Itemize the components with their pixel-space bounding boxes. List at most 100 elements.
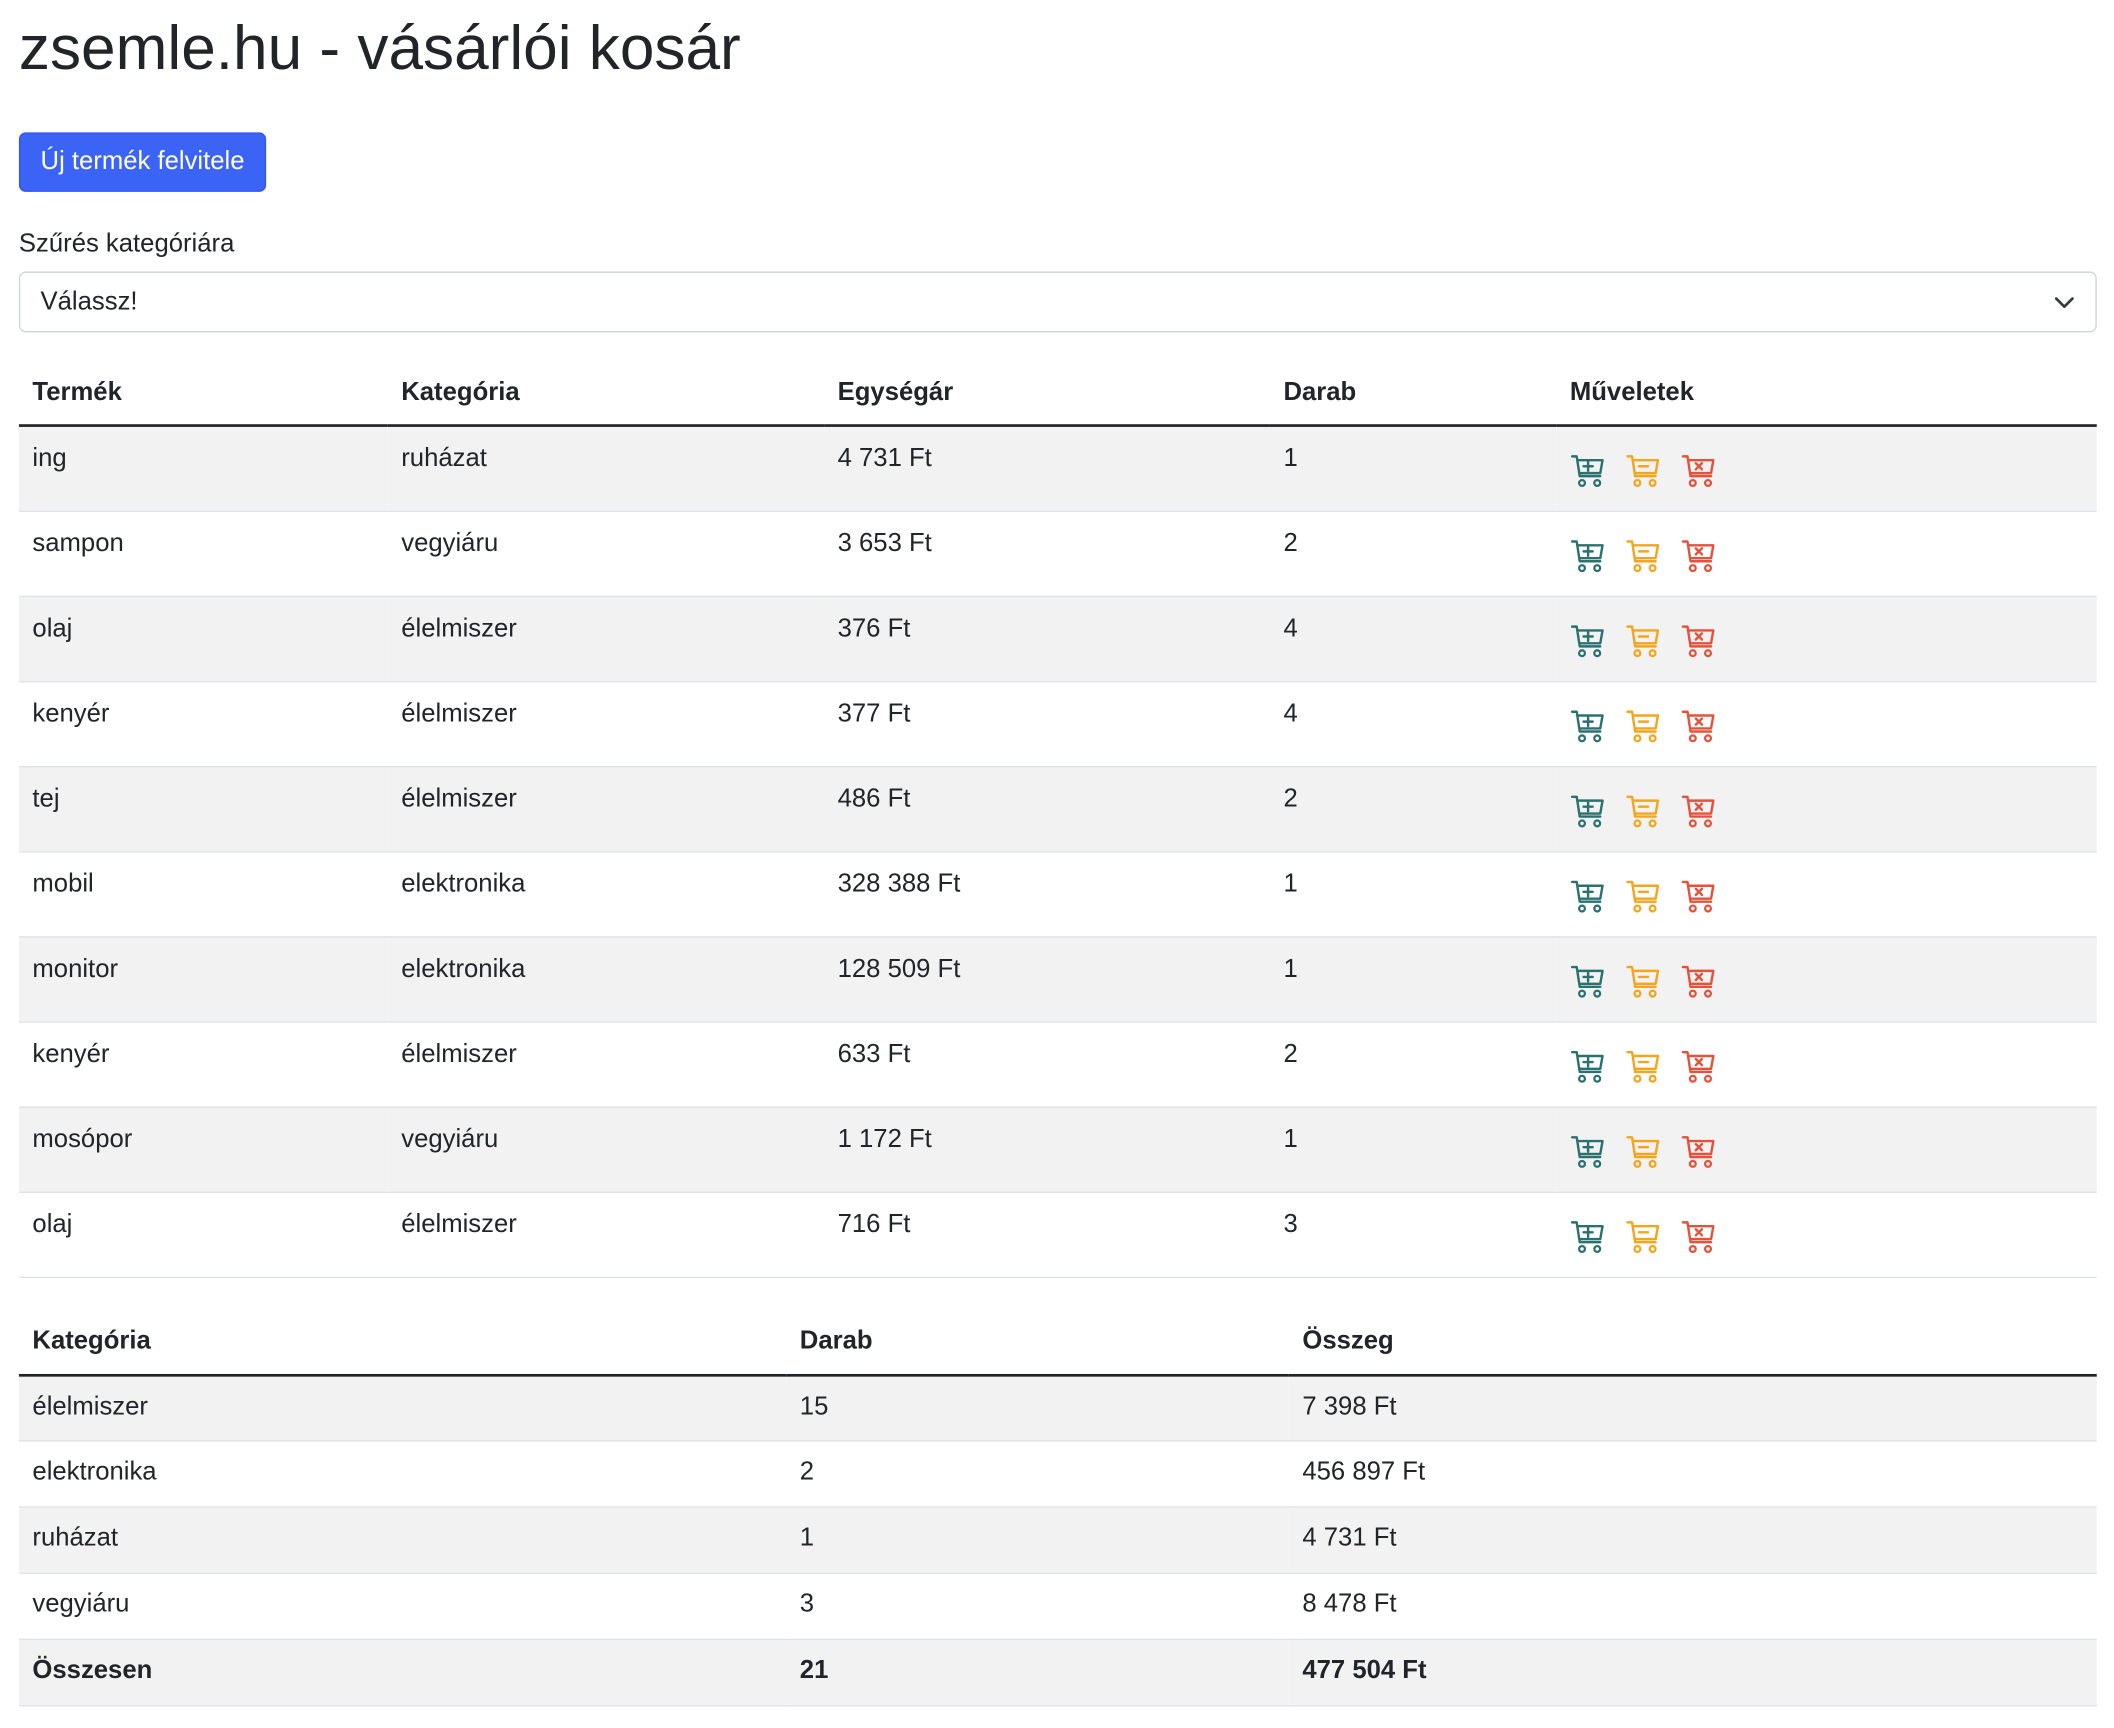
summary-sum: 4 731 Ft xyxy=(1288,1507,2097,1574)
cart-plus-icon[interactable] xyxy=(1570,537,1606,573)
new-product-button[interactable]: Új termék felvitele xyxy=(18,132,267,192)
cart-dash-icon[interactable] xyxy=(1625,453,1661,489)
product-name: mobil xyxy=(18,851,388,937)
table-row: kenyér élelmiszer 633 Ft 2 xyxy=(18,1021,2097,1108)
product-unit-price: 1 172 Ft xyxy=(824,1106,1270,1193)
category-filter-select[interactable]: Válassz! xyxy=(18,271,2097,333)
cart-x-icon[interactable] xyxy=(1681,1133,1717,1169)
column-header-product: Termék xyxy=(18,363,388,427)
product-name: mosópor xyxy=(18,1106,388,1193)
row-actions xyxy=(1556,1021,2097,1108)
cart-plus-icon[interactable] xyxy=(1570,1133,1606,1169)
summary-table: Kategória Darab Összeg élelmiszer 15 7 398… xyxy=(18,1312,2097,1707)
cart-dash-icon[interactable] xyxy=(1625,1218,1661,1254)
summary-quantity: 2 xyxy=(786,1440,1289,1508)
summary-quantity: 1 xyxy=(786,1507,1289,1574)
summary-quantity: 3 xyxy=(786,1573,1289,1641)
summary-row: ruházat 1 4 731 Ft xyxy=(18,1507,2097,1574)
product-quantity: 1 xyxy=(1269,1106,1557,1193)
cart-plus-icon[interactable] xyxy=(1570,1218,1606,1254)
cart-plus-icon[interactable] xyxy=(1570,453,1606,489)
summary-quantity: 15 xyxy=(786,1374,1289,1442)
product-quantity: 1 xyxy=(1269,936,1557,1023)
row-actions xyxy=(1556,766,2097,852)
column-header-actions: Műveletek xyxy=(1556,363,2097,427)
product-name: olaj xyxy=(18,595,388,682)
product-category: élelmiszer xyxy=(387,595,825,682)
cart-plus-icon[interactable] xyxy=(1570,792,1606,828)
main-container: zsemle.hu - vásárlói kosár Új termék fel… xyxy=(0,0,2113,1707)
chevron-down-icon xyxy=(2054,296,2074,308)
product-unit-price: 3 653 Ft xyxy=(824,510,1270,597)
summary-row: vegyiáru 3 8 478 Ft xyxy=(18,1573,2097,1641)
product-category: élelmiszer xyxy=(387,1021,825,1108)
table-row: olaj élelmiszer 716 Ft 3 xyxy=(18,1191,2097,1278)
cart-plus-icon[interactable] xyxy=(1570,707,1606,743)
product-quantity: 2 xyxy=(1269,510,1557,597)
row-actions xyxy=(1556,1106,2097,1193)
cart-plus-icon[interactable] xyxy=(1570,963,1606,999)
summary-total-sum: 477 504 Ft xyxy=(1288,1639,2097,1707)
column-header-unit-price: Egységár xyxy=(824,363,1270,427)
product-name: tej xyxy=(18,766,388,852)
summary-sum: 456 897 Ft xyxy=(1288,1440,2097,1508)
page-title: zsemle.hu - vásárlói kosár xyxy=(18,12,741,83)
product-unit-price: 633 Ft xyxy=(824,1021,1270,1108)
cart-dash-icon[interactable] xyxy=(1625,792,1661,828)
summary-sum: 8 478 Ft xyxy=(1288,1573,2097,1641)
category-filter-value: Válassz! xyxy=(40,287,138,316)
product-name: kenyér xyxy=(18,1021,388,1108)
cart-x-icon[interactable] xyxy=(1681,1048,1717,1084)
cart-x-icon[interactable] xyxy=(1681,537,1717,573)
cart-x-icon[interactable] xyxy=(1681,707,1717,743)
cart-dash-icon[interactable] xyxy=(1625,963,1661,999)
product-unit-price: 376 Ft xyxy=(824,595,1270,682)
table-row: tej élelmiszer 486 Ft 2 xyxy=(18,766,2097,852)
cart-x-icon[interactable] xyxy=(1681,622,1717,658)
table-row: kenyér élelmiszer 377 Ft 4 xyxy=(18,680,2097,767)
cart-dash-icon[interactable] xyxy=(1625,537,1661,573)
product-quantity: 4 xyxy=(1269,680,1557,767)
cart-dash-icon[interactable] xyxy=(1625,622,1661,658)
product-unit-price: 4 731 Ft xyxy=(824,425,1270,512)
row-actions xyxy=(1556,595,2097,682)
cart-plus-icon[interactable] xyxy=(1570,622,1606,658)
cart-dash-icon[interactable] xyxy=(1625,707,1661,743)
product-category: vegyiáru xyxy=(387,1106,825,1193)
row-actions xyxy=(1556,851,2097,937)
summary-sum: 7 398 Ft xyxy=(1288,1374,2097,1442)
table-row: sampon vegyiáru 3 653 Ft 2 xyxy=(18,510,2097,597)
product-quantity: 3 xyxy=(1269,1191,1557,1278)
cart-x-icon[interactable] xyxy=(1681,963,1717,999)
column-header-quantity: Darab xyxy=(786,1312,1289,1376)
product-name: olaj xyxy=(18,1191,388,1278)
cart-x-icon[interactable] xyxy=(1681,792,1717,828)
product-category: élelmiszer xyxy=(387,766,825,852)
table-row: olaj élelmiszer 376 Ft 4 xyxy=(18,595,2097,682)
summary-row: élelmiszer 15 7 398 Ft xyxy=(18,1374,2097,1442)
cart-x-icon[interactable] xyxy=(1681,1218,1717,1254)
summary-category: ruházat xyxy=(18,1507,787,1574)
cart-plus-icon[interactable] xyxy=(1570,1048,1606,1084)
product-category: elektronika xyxy=(387,936,825,1023)
product-category: elektronika xyxy=(387,851,825,937)
summary-category: élelmiszer xyxy=(18,1374,787,1442)
product-category: vegyiáru xyxy=(387,510,825,597)
table-row: monitor elektronika 128 509 Ft 1 xyxy=(18,936,2097,1023)
cart-x-icon[interactable] xyxy=(1681,453,1717,489)
summary-category: vegyiáru xyxy=(18,1573,787,1641)
product-category: élelmiszer xyxy=(387,680,825,767)
summary-row: elektronika 2 456 897 Ft xyxy=(18,1440,2097,1508)
cart-dash-icon[interactable] xyxy=(1625,1048,1661,1084)
cart-plus-icon[interactable] xyxy=(1570,877,1606,913)
table-row: mobil elektronika 328 388 Ft 1 xyxy=(18,851,2097,937)
product-unit-price: 328 388 Ft xyxy=(824,851,1270,937)
cart-dash-icon[interactable] xyxy=(1625,1133,1661,1169)
cart-x-icon[interactable] xyxy=(1681,877,1717,913)
table-row: ing ruházat 4 731 Ft 1 xyxy=(18,425,2097,512)
column-header-quantity: Darab xyxy=(1269,363,1557,427)
cart-dash-icon[interactable] xyxy=(1625,877,1661,913)
column-header-sum: Összeg xyxy=(1288,1312,2097,1376)
table-row: mosópor vegyiáru 1 172 Ft 1 xyxy=(18,1106,2097,1193)
product-quantity: 1 xyxy=(1269,851,1557,937)
